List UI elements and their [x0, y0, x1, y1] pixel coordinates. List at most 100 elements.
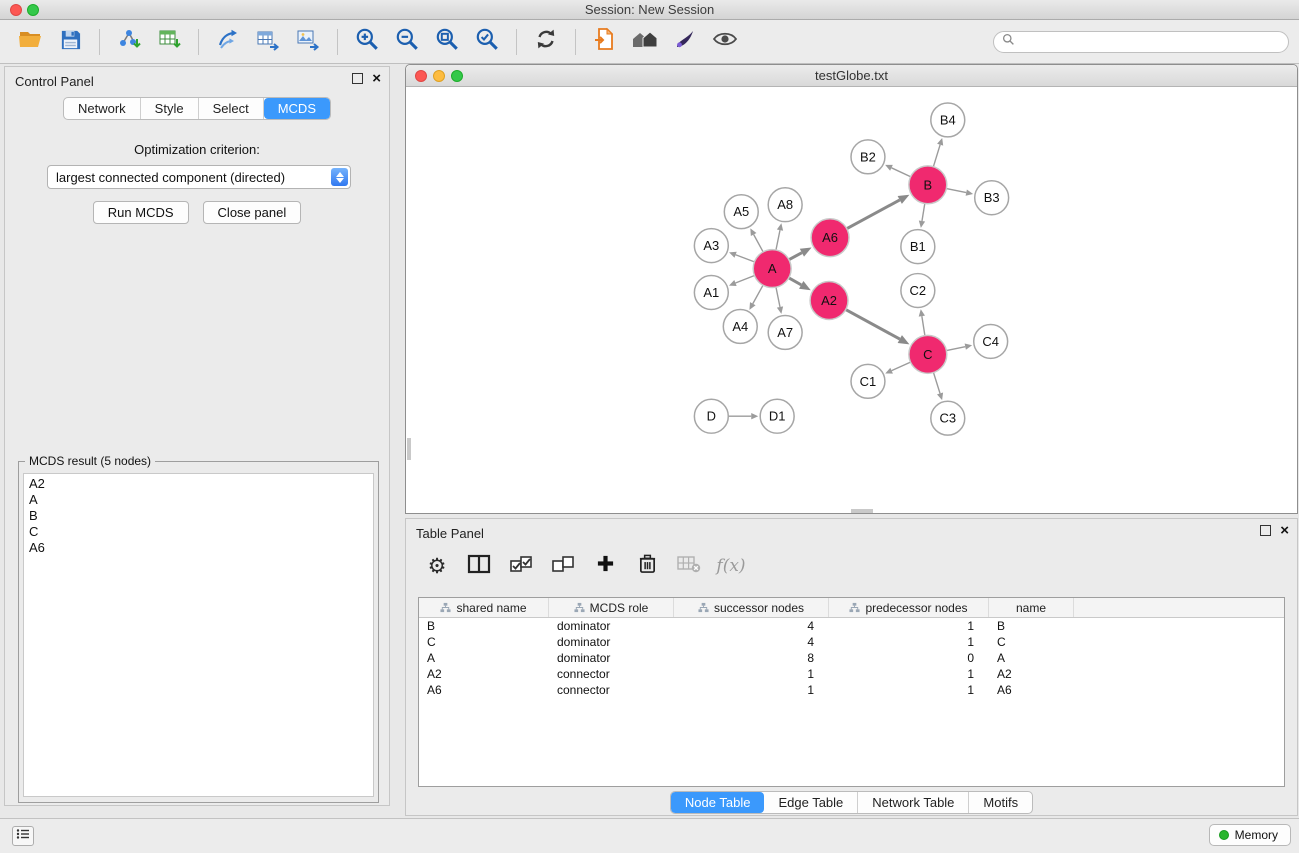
show-hide-button[interactable] [705, 24, 745, 60]
zoom-selected-button[interactable] [467, 24, 507, 60]
graph-edge-arrow-icon [937, 138, 943, 146]
select-all-icon [510, 555, 532, 578]
search-input[interactable] [1020, 35, 1280, 49]
close-window-button[interactable] [10, 4, 22, 16]
mcds-result-list[interactable]: A2 A B C A6 [23, 473, 374, 797]
graph-edge-B-B3[interactable] [946, 189, 966, 193]
home-view-button[interactable] [625, 24, 665, 60]
list-item[interactable]: C [24, 524, 373, 540]
mcds-result-title: MCDS result (5 nodes) [25, 454, 155, 468]
table-row[interactable]: C dominator 4 1 C [419, 634, 1284, 650]
graph-edge-A-A1[interactable] [735, 276, 754, 284]
node-table: shared name MCDS role successor nodes pr… [418, 597, 1285, 787]
graph-edge-A-A6[interactable] [789, 253, 802, 260]
graph-edge-B-B4[interactable] [933, 145, 940, 167]
run-mcds-button[interactable]: Run MCDS [93, 201, 189, 224]
column-header-successor-nodes[interactable]: successor nodes [674, 598, 829, 617]
optimization-criterion-dropdown[interactable]: largest connected component (directed) [47, 165, 351, 189]
list-icon [16, 827, 30, 845]
import-table-button[interactable] [149, 24, 189, 60]
save-session-button[interactable] [50, 24, 90, 60]
function-builder-button[interactable]: f(x) [714, 550, 748, 582]
network-minimize-button[interactable] [433, 70, 445, 82]
toolbar-separator [99, 29, 100, 55]
zoom-out-button[interactable] [387, 24, 427, 60]
task-history-button[interactable] [12, 826, 34, 846]
column-header-shared-name[interactable]: shared name [419, 598, 549, 617]
canvas-bottom-splitter[interactable] [851, 509, 873, 513]
delete-table-button[interactable] [672, 550, 706, 582]
table-panel-header: Table Panel × [406, 519, 1297, 545]
network-window-titlebar[interactable]: testGlobe.txt [406, 65, 1297, 87]
first-neighbors-button[interactable] [585, 24, 625, 60]
graph-node-label: C1 [860, 374, 877, 389]
graph-edge-A-A7[interactable] [776, 287, 780, 307]
zoom-fit-button[interactable] [427, 24, 467, 60]
float-panel-icon[interactable] [352, 73, 363, 84]
column-header-name[interactable]: name [989, 598, 1074, 617]
zoom-window-button[interactable] [27, 4, 39, 16]
canvas-left-splitter[interactable] [407, 438, 411, 460]
graph-edge-A-A2[interactable] [789, 278, 801, 285]
graph-edge-C-C3[interactable] [933, 372, 940, 393]
open-session-button[interactable] [10, 24, 50, 60]
tab-edge-table[interactable]: Edge Table [764, 792, 858, 813]
table-row[interactable]: B dominator 4 1 B [419, 618, 1284, 634]
list-item[interactable]: A2 [24, 476, 373, 492]
table-row[interactable]: A dominator 8 0 A [419, 650, 1284, 666]
graph-edge-A-A5[interactable] [754, 234, 763, 251]
memory-button[interactable]: Memory [1209, 824, 1291, 846]
table-settings-button[interactable]: ⚙ [420, 550, 454, 582]
graph-edge-C-C1[interactable] [892, 362, 911, 371]
table-row[interactable]: A2 connector 1 1 A2 [419, 666, 1284, 682]
tab-network-table[interactable]: Network Table [858, 792, 969, 813]
refresh-button[interactable] [526, 24, 566, 60]
close-panel-icon[interactable]: × [372, 73, 381, 84]
list-item[interactable]: A [24, 492, 373, 508]
graph-edge-A-A4[interactable] [753, 285, 763, 304]
graph-edge-A6-B[interactable] [847, 200, 900, 229]
function-icon: f(x) [716, 556, 745, 576]
create-column-button[interactable] [588, 550, 622, 582]
tab-motifs[interactable]: Motifs [969, 792, 1032, 813]
tab-style[interactable]: Style [141, 98, 199, 119]
column-header-predecessor-nodes[interactable]: predecessor nodes [829, 598, 989, 617]
graph-edge-A-A3[interactable] [736, 255, 755, 262]
graph-edge-C-C2[interactable] [922, 316, 925, 335]
tab-select[interactable]: Select [199, 98, 264, 119]
show-columns-button[interactable] [462, 550, 496, 582]
tab-mcds[interactable]: MCDS [264, 98, 330, 119]
export-table-icon [256, 27, 280, 56]
list-item[interactable]: A6 [24, 540, 373, 556]
select-all-button[interactable] [504, 550, 538, 582]
graph-edge-C-C4[interactable] [946, 347, 965, 351]
graph-edge-A2-C[interactable] [846, 310, 900, 340]
list-item[interactable]: B [24, 508, 373, 524]
export-table-button[interactable] [248, 24, 288, 60]
export-network-button[interactable] [208, 24, 248, 60]
close-panel-button[interactable]: Close panel [203, 201, 302, 224]
deselect-all-button[interactable] [546, 550, 580, 582]
network-zoom-button[interactable] [451, 70, 463, 82]
style-apply-button[interactable] [665, 24, 705, 60]
search-field[interactable] [993, 31, 1289, 53]
tab-node-table[interactable]: Node Table [671, 792, 765, 813]
network-view-window: testGlobe.txt B4B2BB3A5A8A6B1A3AC2A1A2A4… [405, 64, 1298, 514]
control-panel-tabs: Network Style Select MCDS [5, 97, 389, 120]
network-graph[interactable]: B4B2BB3A5A8A6B1A3AC2A1A2A4A7C4CC1C3DD1 [407, 88, 1296, 513]
tab-network[interactable]: Network [64, 98, 141, 119]
import-network-button[interactable] [109, 24, 149, 60]
table-row[interactable]: A6 connector 1 1 A6 [419, 682, 1284, 698]
export-image-button[interactable] [288, 24, 328, 60]
table-header-row: shared name MCDS role successor nodes pr… [419, 598, 1284, 618]
float-panel-icon[interactable] [1260, 525, 1271, 536]
close-panel-icon[interactable]: × [1280, 525, 1289, 536]
zoom-in-button[interactable] [347, 24, 387, 60]
column-header-mcds-role[interactable]: MCDS role [549, 598, 674, 617]
graph-edge-B-B2[interactable] [891, 168, 910, 177]
delete-column-button[interactable] [630, 550, 664, 582]
network-canvas[interactable]: B4B2BB3A5A8A6B1A3AC2A1A2A4A7C4CC1C3DD1 [407, 88, 1296, 513]
graph-edge-B-B1[interactable] [922, 203, 925, 221]
graph-edge-A-A8[interactable] [776, 230, 780, 250]
network-close-button[interactable] [415, 70, 427, 82]
